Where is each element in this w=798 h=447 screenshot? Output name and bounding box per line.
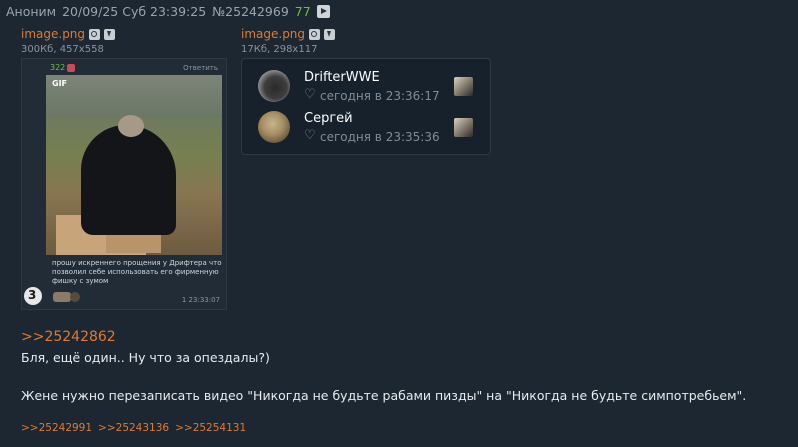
image-thumbnail-1[interactable]: 322 Ответить GIF прошу искреннего прощен… [21,58,227,310]
search-icon[interactable] [89,28,101,40]
file-1-header: image.png [21,27,116,41]
download-icon[interactable] [104,28,116,40]
file-1-meta: 300Кб, 457x558 [21,44,104,55]
search-icon[interactable] [309,28,321,40]
user-time-text: сегодня в 23:35:36 [320,130,440,144]
avatar [258,70,290,102]
reaction-icon [53,292,71,302]
post-datetime: 20/09/25 Суб 23:39:25 [62,4,207,19]
file-2-name[interactable]: image.png [241,27,305,41]
post-text-line-2: Жене нужно перезаписать видео "Никогда н… [21,388,747,403]
heart-outline-icon [304,128,316,143]
play-icon[interactable] [316,5,330,18]
gif-badge: GIF [52,79,68,88]
backlink[interactable]: >>25243136 [98,422,169,434]
thumb1-reply-label: Ответить [183,64,218,72]
file-2-header: image.png [241,27,336,41]
post-text-line-1: Бля, ещё один.. Ну что за опездалы?) [21,350,270,365]
thumb1-caption: прошу искреннего прощения у Дрифтера что… [52,259,222,285]
thumb1-figure-head [118,115,144,137]
file-2-meta: 17Кб, 298x117 [241,44,318,55]
backlink[interactable]: >>25242991 [21,422,92,434]
heart-outline-icon [304,87,316,102]
reaction-avatar-icon [70,292,80,302]
file-1-name[interactable]: image.png [21,27,85,41]
thumb1-photo: GIF [46,75,222,255]
image-thumbnail-2[interactable]: DrifterWWE сегодня в 23:36:17 Сергей сег… [241,58,491,155]
preview-thumbnail [454,118,473,137]
post-replies-count: 77 [294,4,311,19]
heart-icon [67,63,76,72]
download-icon[interactable] [324,28,336,40]
avatar [258,111,290,143]
thumb1-sky [46,75,222,115]
list-item: Сергей сегодня в 23:35:36 [242,111,490,151]
user-name: Сергей [304,111,353,126]
thumb1-counter-value: 322 [50,63,66,72]
list-item: DrifterWWE сегодня в 23:36:17 [242,70,490,110]
user-time: сегодня в 23:36:17 [304,87,440,103]
preview-thumbnail [454,77,473,96]
user-time-text: сегодня в 23:36:17 [320,89,440,103]
post-header: Аноним 20/09/25 Суб 23:39:25 №25242969 7… [6,4,330,19]
backlinks: >>25242991 >>25243136 >>25254131 [21,422,246,434]
backlink[interactable]: >>25254131 [175,422,246,434]
avatar [24,287,42,305]
post-author: Аноним [6,4,57,19]
thumb1-time: 1 23:33:07 [181,296,220,304]
reply-link[interactable]: >>25242862 [21,329,116,345]
thumb1-counter: 322 [50,63,76,72]
user-name: DrifterWWE [304,70,380,85]
post-number[interactable]: №25242969 [212,4,289,19]
thumb1-figure [81,125,176,235]
user-time: сегодня в 23:35:36 [304,128,440,144]
